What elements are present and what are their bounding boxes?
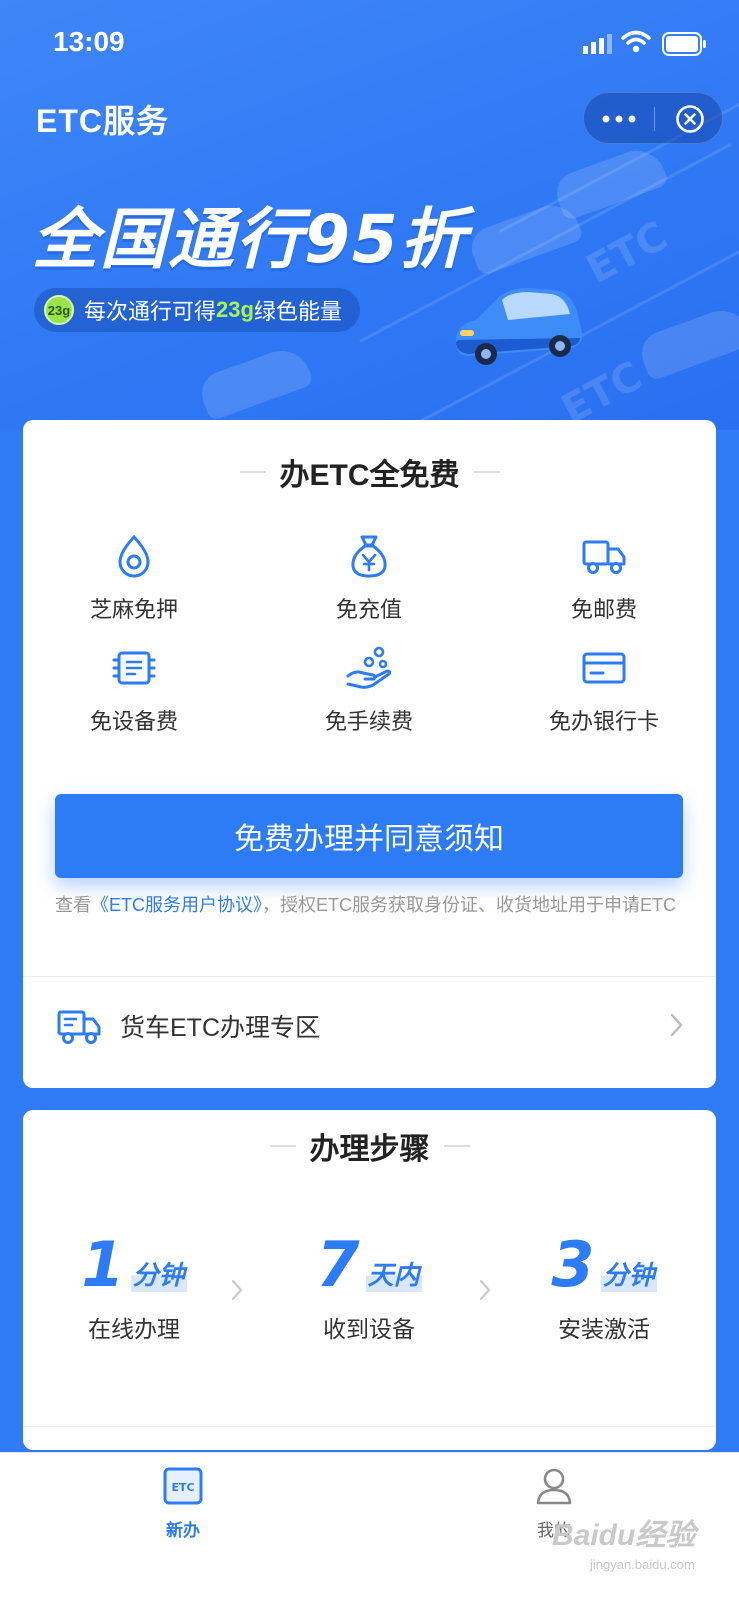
- truck-icon: [582, 540, 626, 574]
- energy-amount: 23g: [216, 297, 254, 322]
- etc-icon: ETC: [163, 1467, 203, 1505]
- step-label: 安装激活: [558, 1316, 650, 1342]
- feature-zhima-deposit: 芝麻免押: [34, 532, 234, 624]
- energy-suffix: 绿色能量: [253, 299, 342, 324]
- feature-free-shipping: 免邮费: [504, 532, 704, 624]
- feature-label: 免办银行卡: [548, 709, 659, 734]
- status-time: 13:09: [53, 26, 125, 57]
- hand-coins-icon: [346, 646, 392, 689]
- wifi-icon: [621, 30, 651, 53]
- step-1: 1 分钟 在线办理: [34, 1234, 234, 1344]
- title-dash: [269, 1145, 296, 1147]
- close-button[interactable]: [655, 93, 724, 145]
- svg-text:ETC: ETC: [171, 1481, 194, 1494]
- car-illustration: [455, 288, 583, 365]
- page-title: ETC服务: [36, 103, 170, 139]
- feature-label: 免充值: [335, 597, 402, 622]
- watermark-logo: Baidu经验: [552, 1519, 696, 1552]
- step-label: 收到设备: [323, 1316, 415, 1342]
- battery-icon: [662, 32, 706, 56]
- free-service-card: 办ETC全免费 芝麻免押 免充值 免邮费 免设备费 免手续费 免办银行卡 免费办…: [23, 420, 716, 1088]
- feature-label: 免设备费: [89, 709, 178, 734]
- feature-free-device: 免设备费: [34, 644, 234, 736]
- divider: [23, 1426, 716, 1427]
- title-dash: [473, 471, 500, 473]
- title-dash: [239, 471, 266, 473]
- step-number: 1: [81, 1228, 125, 1301]
- more-button[interactable]: [584, 93, 654, 145]
- feature-no-handling-fee: 免手续费: [269, 644, 469, 736]
- decorative-car: [465, 197, 585, 277]
- money-bag-icon: [351, 535, 387, 578]
- free-card-title: 办ETC全免费: [279, 459, 460, 492]
- agreement-text: 查看《ETC服务用户协议》，授权ETC服务获取身份证、收货地址用于申请ETC: [55, 894, 685, 917]
- truck-etc-zone-row[interactable]: 货车ETC办理专区: [23, 976, 716, 1076]
- feature-label: 芝麻免押: [89, 597, 178, 622]
- decorative-etc-text: ETC: [579, 212, 675, 294]
- tab-new-apply[interactable]: ETC 新办: [123, 1467, 243, 1541]
- agreement-prefix: 查看: [55, 895, 91, 915]
- device-icon: [112, 651, 156, 685]
- bank-card-icon: [582, 652, 626, 684]
- truck-zone-label: 货车ETC办理专区: [120, 1014, 321, 1042]
- decorative-car: [195, 342, 315, 422]
- feature-label: 免邮费: [570, 597, 637, 622]
- title-dash: [443, 1145, 470, 1147]
- truck-icon: [57, 1010, 101, 1044]
- signal-icon: [583, 34, 612, 54]
- steps-title: 办理步骤: [309, 1133, 430, 1166]
- promo-slogan: 全国通行95折: [32, 201, 468, 278]
- step-unit: 分钟: [600, 1255, 657, 1292]
- agreement-suffix: ，授权ETC服务获取身份证、收货地址用于申请ETC: [262, 895, 676, 915]
- energy-pill: 23g 每次通行可得 23g 绿色能量: [34, 288, 360, 332]
- watermark-url: jingyan.baidu.com: [590, 1557, 695, 1572]
- step-unit: 天内: [365, 1255, 422, 1292]
- status-bar: 13:09: [0, 0, 739, 90]
- energy-badge: 23g: [44, 295, 74, 325]
- mini-program-capsule: [583, 92, 723, 144]
- step-number: 3: [551, 1228, 595, 1301]
- step-label: 在线办理: [88, 1316, 180, 1342]
- feature-label: 免手续费: [324, 709, 413, 734]
- more-icon: [602, 115, 636, 123]
- energy-prefix: 每次通行可得: [84, 299, 217, 324]
- feature-no-bank-card: 免办银行卡: [504, 644, 704, 736]
- decorative-car: [635, 302, 739, 382]
- step-3: 3 分钟 安装激活: [504, 1234, 704, 1344]
- step-2: 7 天内 收到设备: [269, 1234, 469, 1344]
- apply-free-button[interactable]: 免费办理并同意须知: [55, 794, 683, 878]
- chevron-right-icon: [231, 1279, 243, 1301]
- chevron-right-icon: [670, 1013, 683, 1037]
- chevron-right-icon: [479, 1279, 491, 1301]
- steps-title-row: 办理步骤: [23, 1124, 716, 1168]
- step-number: 7: [316, 1228, 360, 1301]
- step-unit: 分钟: [130, 1255, 187, 1292]
- tab-label: 新办: [166, 1521, 200, 1540]
- user-icon: [536, 1468, 572, 1505]
- feature-no-recharge: 免充值: [269, 532, 469, 624]
- close-icon: [675, 105, 704, 133]
- free-card-title-row: 办ETC全免费: [23, 450, 716, 494]
- steps-card: 办理步骤 1 分钟 在线办理 7 天内 收到设备 3 分钟 安装激活: [23, 1110, 716, 1450]
- drop-icon: [118, 534, 150, 578]
- user-agreement-link[interactable]: 《ETC服务用户协议》: [91, 895, 262, 915]
